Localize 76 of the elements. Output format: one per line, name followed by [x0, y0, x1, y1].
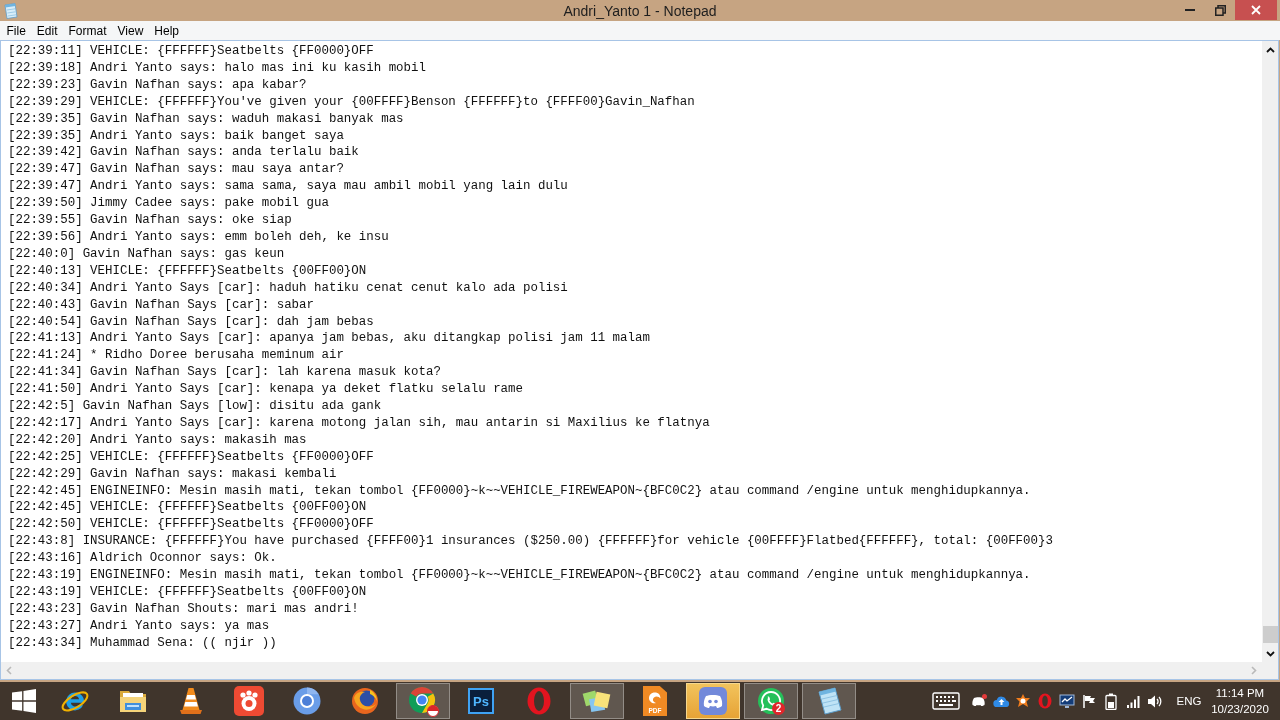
log-line: [22:43:19] ENGINEINFO: Mesin masih mati, tekan tombol {FF0000}~k~~VEHICLE_FIREWEAPON~{BFC0C2} atau command /engine untuk menghidupkannya. — [8, 567, 1031, 584]
log-line: [22:43:23] Gavin Nafhan Shouts: mari mas andri! — [8, 600, 359, 618]
taskbar-button[interactable]: Ps — [454, 683, 508, 719]
log-line: [22:40:13] VEHICLE: {FFFFFF}Seatbelts {00FF00}ON — [8, 262, 367, 280]
log-line: [22:42:20] Andri Yanto says: makasih mas — [8, 431, 307, 449]
game-controller-icon[interactable] — [971, 694, 987, 708]
log-line: [22:42:29] Gavin Nafhan says: makasi kembali — [8, 465, 337, 483]
window-title: Andri_Yanto 1 - Notepad — [563, 2, 717, 19]
log-line: [22:39:42] Gavin Nafhan says: anda terlalu baik — [8, 144, 359, 162]
swirl-icon — [648, 692, 662, 704]
log-line: [22:39:18] Andri Yanto says: halo mas ini ku kasih mobil — [8, 59, 426, 77]
logo-tile: Ps — [468, 688, 494, 714]
log-line: [22:41:13] Andri Yanto Says [car]: apanya jam bebas, aku ditangkap polisi jam 11 malam — [8, 330, 650, 348]
log-line: [22:43:16] Aldrich Oconnor says: Ok. — [8, 550, 277, 568]
clock[interactable]: 11:14 PM 10/23/2020 — [1210, 682, 1270, 720]
log-line: [22:39:47] Gavin Nafhan says: mau saya antar? — [8, 161, 344, 179]
oval-ring-icon — [526, 686, 552, 716]
log-line: [22:42:17] Andri Yanto Says [car]: karena motong jalan sih, mau antarin si Maxilius ke flatnya — [8, 414, 710, 432]
ring-icon — [293, 687, 321, 715]
log-line: [22:41:34] Gavin Nafhan Says [car]: lah karena masuk kota? — [8, 364, 441, 382]
caret-up-icon — [1265, 46, 1275, 53]
log-line: [22:39:55] Gavin Nafhan says: oke siap — [8, 212, 292, 229]
taskbar-button[interactable]: 2 — [744, 683, 798, 719]
language-indicator[interactable]: ENG — [1174, 682, 1204, 720]
signal-icon[interactable] — [1125, 694, 1141, 708]
menu-item[interactable]: Format — [63, 21, 113, 40]
segmented-ring-icon — [407, 685, 439, 717]
log-line: [22:42:45] VEHICLE: {FFFFFF}Seatbelts {00FF00}ON — [8, 499, 367, 517]
scrollbar-thumb[interactable] — [1262, 626, 1278, 643]
menu-item[interactable]: Edit — [31, 21, 64, 40]
menu-item[interactable]: File — [1, 21, 32, 40]
log-line: [22:40:43] Gavin Nafhan Says [car]: sabar — [8, 296, 314, 314]
log-line: [22:42:45] ENGINEINFO: Mesin masih mati, tekan tombol {FF0000}~k~~VEHICLE_FIREWEAPON~{BFC0C2} atau command /engine untuk menghidupkannya. — [8, 482, 1031, 500]
log-line: [22:43:19] VEHICLE: {FFFFFF}Seatbelts {00FF00}ON — [8, 584, 367, 601]
log-line: [22:39:50] Jimmy Cadee says: pake mobil gua — [8, 195, 329, 213]
log-line: [22:43:8] INSURANCE: {FFFFFF}You have purchased {FFFF00}1 insurances ($250.00) {FFFFFF}for vehicle {00FFFF}Flatbed{FFFFFF}, total: {00FF00}3 — [8, 533, 1053, 551]
traffic-cone-icon — [178, 686, 204, 716]
minimize-icon — [1185, 9, 1195, 11]
restore-icon — [1214, 4, 1226, 16]
battery-icon[interactable] — [1105, 692, 1117, 710]
monitor-icon[interactable] — [1059, 693, 1075, 709]
log-line: [22:40:54] Gavin Nafhan Says [car]: dah jam bebas — [8, 313, 374, 331]
caret-left-icon — [6, 666, 12, 675]
log-line: [22:39:23] Gavin Nafhan says: apa kabar? — [8, 76, 307, 94]
close-icon — [1251, 5, 1261, 15]
keyboard-icon[interactable] — [932, 692, 960, 710]
log-line: [22:39:35] Andri Yanto says: baik banget saya — [8, 127, 344, 145]
menu-item[interactable]: Help — [148, 21, 185, 40]
speaker-icon[interactable] — [1147, 693, 1163, 709]
star-blob-icon[interactable] — [1015, 693, 1031, 709]
log-line: [22:43:34] Muhammad Sena: (( njir )) — [8, 634, 277, 652]
paw-tile-icon — [234, 686, 264, 716]
vertical-scrollbar[interactable] — [1262, 41, 1278, 662]
windows-logo-icon — [12, 689, 36, 713]
game-controller-icon — [699, 687, 727, 715]
flag-icon[interactable] — [1082, 693, 1096, 709]
oval-ring-icon[interactable] — [1038, 693, 1052, 709]
caret-right-icon — [1251, 666, 1257, 675]
log-line: [22:43:27] Andri Yanto says: ya mas — [8, 617, 270, 635]
log-line: [22:40:34] Andri Yanto Says [car]: haduh hatiku cenat cenut kalo ada polisi — [8, 279, 568, 297]
log-line: [22:41:50] Andri Yanto Says [car]: kenapa ya deket flatku selalu rame — [8, 381, 523, 399]
log-line: [22:39:56] Andri Yanto says: emm boleh deh, ke insu — [8, 228, 389, 246]
log-line: [22:39:29] VEHICLE: {FFFFFF}You've given your {00FFFF}Benson {FFFFFF}to {FFFF00}Gavin_Nafhan — [8, 93, 695, 111]
log-line: [22:42:25] VEHICLE: {FFFFFF}Seatbelts {FF0000}OFF — [8, 448, 374, 466]
log-line: [22:42:50] VEHICLE: {FFFFFF}Seatbelts {FF0000}OFF — [8, 516, 374, 534]
log-line: [22:42:5] Gavin Nafhan Says [low]: disitu ada gank — [8, 398, 382, 415]
log-line: [22:40:0] Gavin Nafhan says: gas keun — [8, 245, 285, 263]
log-line: [22:39:11] VEHICLE: {FFFFFF}Seatbelts {FF0000}OFF — [8, 43, 374, 60]
log-line: [22:39:35] Gavin Nafhan says: waduh makasi banyak mas — [8, 110, 404, 128]
close-button[interactable] — [1235, 0, 1277, 20]
swirl-globe-icon — [350, 686, 380, 716]
log-line: [22:41:24] * Ridho Doree berusaha meminum air — [8, 347, 344, 365]
log-line: [22:39:47] Andri Yanto says: sama sama, saya mau ambil mobil yang lain dulu — [8, 178, 568, 196]
caret-down-icon — [1265, 650, 1275, 657]
cloud-upload-icon[interactable] — [992, 694, 1010, 708]
menu-item[interactable]: View — [112, 21, 149, 40]
